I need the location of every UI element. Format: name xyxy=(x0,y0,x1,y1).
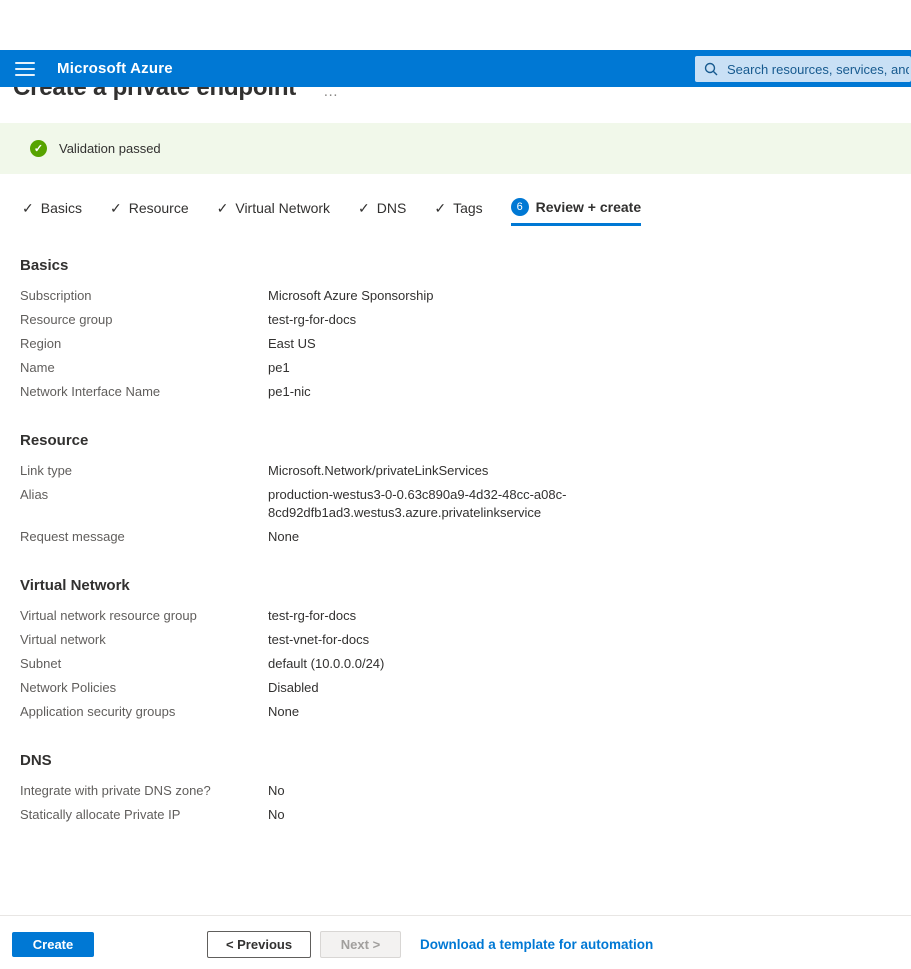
download-template-link[interactable]: Download a template for automation xyxy=(420,931,653,958)
row-label: Virtual network resource group xyxy=(20,607,268,625)
review-row: Resource group test-rg-for-docs xyxy=(20,308,911,332)
row-value: None xyxy=(268,703,299,721)
review-row: Virtual network test-vnet-for-docs xyxy=(20,628,911,652)
review-row: Link type Microsoft.Network/privateLinkS… xyxy=(20,459,911,483)
tab-tags[interactable]: ✓ Tags xyxy=(434,200,482,226)
review-row: Region East US xyxy=(20,332,911,356)
section-title: Basics xyxy=(20,257,911,274)
row-value: test-rg-for-docs xyxy=(268,311,356,329)
check-icon: ✓ xyxy=(217,201,229,215)
top-bar: Microsoft Azure xyxy=(0,50,911,87)
row-value: No xyxy=(268,782,285,800)
row-value: Microsoft Azure Sponsorship xyxy=(268,287,433,305)
hamburger-menu-button[interactable] xyxy=(15,62,35,76)
row-label: Resource group xyxy=(20,311,268,329)
section-title: Virtual Network xyxy=(20,577,911,594)
tab-label: Tags xyxy=(453,200,483,216)
row-label: Integrate with private DNS zone? xyxy=(20,782,268,800)
tab-virtual-network[interactable]: ✓ Virtual Network xyxy=(217,200,330,226)
row-label: Statically allocate Private IP xyxy=(20,806,268,824)
row-value: Disabled xyxy=(268,679,319,697)
next-button[interactable]: Next > xyxy=(320,931,401,958)
row-value: test-vnet-for-docs xyxy=(268,631,369,649)
section-dns: DNS Integrate with private DNS zone? No … xyxy=(20,752,911,827)
review-row: Statically allocate Private IP No xyxy=(20,803,911,827)
row-value: test-rg-for-docs xyxy=(268,607,356,625)
search-box[interactable] xyxy=(695,56,911,82)
review-row: Alias production-westus3-0-0.63c890a9-4d… xyxy=(20,483,911,525)
row-value: Microsoft.Network/privateLinkServices xyxy=(268,462,488,480)
search-icon xyxy=(704,62,718,76)
tab-resource[interactable]: ✓ Resource xyxy=(110,200,189,226)
review-row: Subscription Microsoft Azure Sponsorship xyxy=(20,284,911,308)
tab-label: Review + create xyxy=(536,199,641,215)
tab-label: Resource xyxy=(129,200,189,216)
row-label: Alias xyxy=(20,486,268,522)
section-resource: Resource Link type Microsoft.Network/pri… xyxy=(20,432,911,549)
tab-basics[interactable]: ✓ Basics xyxy=(22,200,82,226)
review-row: Name pe1 xyxy=(20,356,911,380)
row-value: pe1 xyxy=(268,359,290,377)
tab-label: Virtual Network xyxy=(235,200,330,216)
review-row: Network Interface Name pe1-nic xyxy=(20,380,911,404)
hamburger-icon xyxy=(15,62,35,64)
row-label: Name xyxy=(20,359,268,377)
app-title[interactable]: Microsoft Azure xyxy=(57,60,173,77)
row-label: Network Interface Name xyxy=(20,383,268,401)
review-row: Virtual network resource group test-rg-f… xyxy=(20,604,911,628)
review-row: Network Policies Disabled xyxy=(20,676,911,700)
previous-button[interactable]: < Previous xyxy=(207,931,311,958)
row-value: None xyxy=(268,528,299,546)
section-title: Resource xyxy=(20,432,911,449)
wizard-tabs: ✓ Basics ✓ Resource ✓ Virtual Network ✓ … xyxy=(22,198,911,226)
row-label: Application security groups xyxy=(20,703,268,721)
section-basics: Basics Subscription Microsoft Azure Spon… xyxy=(20,257,911,404)
tab-label: DNS xyxy=(377,200,407,216)
tab-label: Basics xyxy=(41,200,82,216)
row-label: Subscription xyxy=(20,287,268,305)
row-value: No xyxy=(268,806,285,824)
review-row: Request message None xyxy=(20,525,911,549)
search-input[interactable] xyxy=(725,61,911,78)
success-check-icon: ✓ xyxy=(30,140,47,157)
row-value: default (10.0.0.0/24) xyxy=(268,655,384,673)
footer-action-bar: Create < Previous Next > Download a temp… xyxy=(0,915,911,969)
validation-banner: ✓ Validation passed xyxy=(0,123,911,174)
section-title: DNS xyxy=(20,752,911,769)
tab-review-create[interactable]: 6 Review + create xyxy=(511,198,641,226)
review-content: Basics Subscription Microsoft Azure Spon… xyxy=(20,257,911,827)
row-label: Link type xyxy=(20,462,268,480)
create-button[interactable]: Create xyxy=(12,932,94,957)
review-row: Integrate with private DNS zone? No xyxy=(20,779,911,803)
row-label: Virtual network xyxy=(20,631,268,649)
check-icon: ✓ xyxy=(22,201,34,215)
review-row: Subnet default (10.0.0.0/24) xyxy=(20,652,911,676)
check-icon: ✓ xyxy=(434,201,446,215)
tab-dns[interactable]: ✓ DNS xyxy=(358,200,406,226)
row-label: Network Policies xyxy=(20,679,268,697)
review-row: Application security groups None xyxy=(20,700,911,724)
row-label: Region xyxy=(20,335,268,353)
step-number-badge: 6 xyxy=(511,198,529,216)
check-icon: ✓ xyxy=(358,201,370,215)
section-virtual-network: Virtual Network Virtual network resource… xyxy=(20,577,911,724)
check-icon: ✓ xyxy=(110,201,122,215)
row-value: pe1-nic xyxy=(268,383,311,401)
row-label: Request message xyxy=(20,528,268,546)
row-label: Subnet xyxy=(20,655,268,673)
row-value: East US xyxy=(268,335,316,353)
validation-message: Validation passed xyxy=(59,141,161,156)
row-value: production-westus3-0-0.63c890a9-4d32-48c… xyxy=(268,486,598,522)
